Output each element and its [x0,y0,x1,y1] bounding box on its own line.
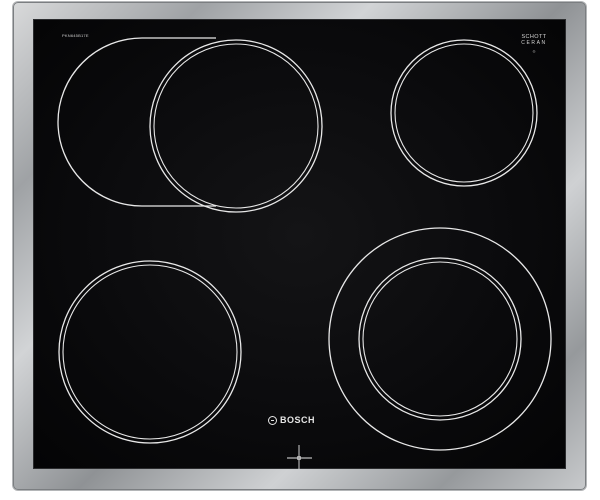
zone-position-indicator-icon [287,445,312,469]
model-label: PKN645B17E [62,33,89,38]
brand-logo: BOSCH [268,415,315,425]
bosch-armature-logo-icon [268,415,277,425]
glass-brand-line2: CERAN [521,40,547,46]
front-left-zone-outer-ring [58,260,242,444]
cooktop-photo: PKN645B17E SCHOTT CERAN ® BOSCH [0,0,600,500]
schott-ceran-logo: SCHOTT CERAN ® [518,34,550,55]
front-left-zone-inner-ring [62,264,238,440]
rear-left-extended-zone-outline [57,37,216,207]
front-right-zone-inner-ring-a [358,257,522,421]
glass-brand-line3: ® [532,50,536,54]
cooking-zone-markings [57,37,552,469]
rear-left-zone-outer-ring [149,39,323,213]
rear-right-zone-outer-ring [390,39,538,187]
front-right-zone-outer-ring [328,227,552,451]
brand-name: BOSCH [280,415,316,425]
rear-right-zone-inner-ring [394,43,534,183]
rear-left-zone-inner-ring [153,43,319,209]
front-right-zone-inner-ring-b [362,261,518,417]
